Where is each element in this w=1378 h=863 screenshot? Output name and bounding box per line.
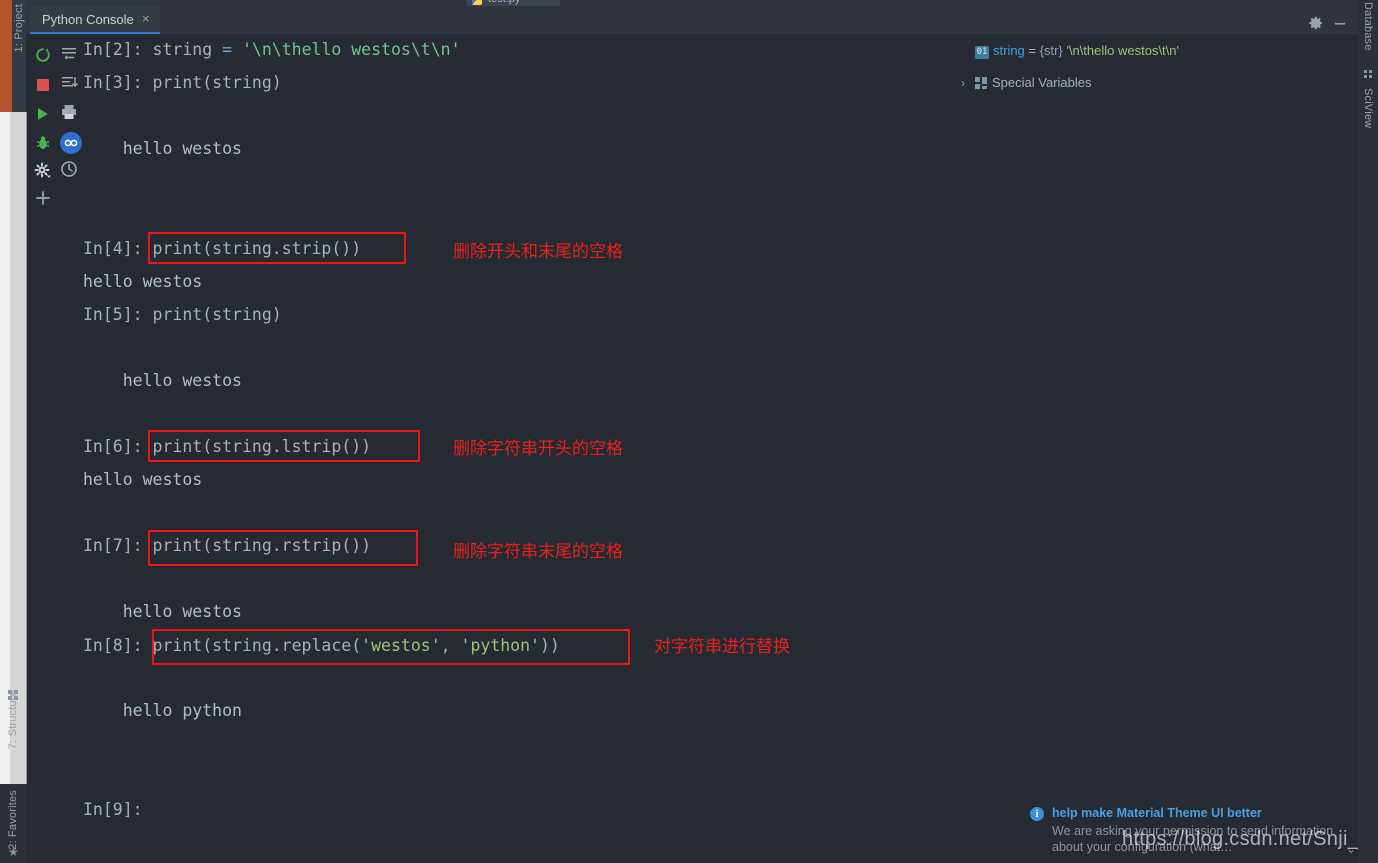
scroll-to-end-icon[interactable]: [60, 74, 78, 92]
info-icon: i: [1030, 807, 1044, 821]
console-line-in5: In[5]: print(string): [83, 305, 282, 324]
console-line-in6: In[6]: print(string.lstrip()): [83, 437, 371, 456]
code-text: string: [142, 40, 223, 59]
code-text: )): [540, 636, 560, 655]
prompt-in9: In[9]:: [83, 800, 143, 819]
console-line-in4: In[4]: print(string.strip()): [83, 239, 361, 258]
variable-badge: 01: [975, 46, 989, 59]
code-text: print(string.rstrip()): [142, 536, 372, 555]
sidebar-item-database-label[interactable]: Database: [1362, 2, 1374, 51]
code-text: print(string.replace(: [142, 636, 362, 655]
left-tool-rail: 1: Project 7: Structure 2: Favorites ★: [0, 0, 27, 863]
console-line-in2: In[2]: string = '\n\thello westos\t\n': [83, 40, 461, 59]
variable-equals: =: [1024, 43, 1040, 58]
console-output-5: hello westos: [83, 371, 242, 390]
prompt-in4: In[4]:: [83, 239, 143, 258]
code-text: print(string): [142, 305, 282, 324]
gear-icon[interactable]: [1308, 15, 1324, 31]
history-icon[interactable]: [60, 160, 78, 178]
variables-panel: 01 string = {str} '\n\thello westos\t\n' …: [955, 34, 1358, 863]
sidebar-item-project[interactable]: 1: Project: [12, 0, 26, 112]
annotation-text-strip: 删除开头和末尾的空格: [453, 242, 623, 262]
annotation-text-lstrip: 删除字符串开头的空格: [453, 439, 623, 459]
prompt-in6: In[6]:: [83, 437, 143, 456]
minimize-icon[interactable]: [1332, 15, 1348, 31]
pycharm-python-console-window: test.py 1: Project 7: Structure 2: Favor…: [0, 0, 1378, 863]
special-variables-label: Special Variables: [992, 75, 1092, 90]
string-arg-2: 'python': [460, 636, 540, 655]
console-line-in8: In[8]: print(string.replace('westos', 'p…: [83, 636, 560, 655]
code-text: print(string.lstrip()): [142, 437, 372, 456]
variable-type: {str}: [1039, 43, 1063, 58]
print-icon[interactable]: [60, 103, 78, 121]
console-line-in7: In[7]: print(string.rstrip()): [83, 536, 371, 555]
code-text: print(string): [142, 73, 282, 92]
sidebar-item-sciview-label[interactable]: SciView: [1362, 88, 1374, 128]
prompt-in5: In[5]:: [83, 305, 143, 324]
stop-icon[interactable]: [34, 76, 52, 94]
prompt-in3: In[3]:: [83, 73, 143, 92]
settings-icon[interactable]: [34, 162, 52, 180]
variable-row-string[interactable]: 01 string = {str} '\n\thello westos\t\n': [975, 43, 1179, 59]
sidebar-item-favorites-label[interactable]: 2: Favorites: [7, 790, 19, 850]
soft-wrap-icon[interactable]: [60, 44, 78, 62]
tab-python-console-label: Python Console: [42, 12, 134, 27]
code-text: print(string.strip()): [142, 239, 362, 258]
console-output-3: hello westos: [83, 139, 242, 158]
run-icon[interactable]: [34, 105, 52, 123]
variables-icon[interactable]: [60, 132, 82, 154]
variable-name: string: [993, 43, 1025, 58]
watermark: https://blog.csdn.net/Snji_G: [1122, 828, 1375, 850]
code-text: ,: [440, 636, 461, 655]
string-arg-1: 'westos': [361, 636, 441, 655]
prompt-in8: In[8]:: [83, 636, 143, 655]
sidebar-item-project-label: 1: Project: [13, 4, 25, 53]
right-tool-rail: Database SciView: [1358, 0, 1378, 863]
string-body: \n\thello westos\t\n: [251, 40, 451, 59]
console-output-8: hello python: [83, 701, 242, 720]
console-output-6: hello westos: [83, 470, 203, 489]
sidebar-item-structure-label[interactable]: 7: Structure: [7, 690, 19, 749]
special-variables-icon: [975, 77, 987, 89]
rerun-icon[interactable]: [34, 46, 52, 64]
prompt-in2: In[2]:: [83, 40, 143, 59]
project-rail-accent: [0, 0, 12, 112]
string-quote-open: ': [232, 40, 252, 59]
operator: =: [222, 40, 233, 59]
variable-value: '\n\thello westos\t\n': [1062, 43, 1179, 58]
debug-icon[interactable]: [34, 134, 52, 152]
annotation-text-rstrip: 删除字符串末尾的空格: [453, 542, 623, 562]
console-line-in9: In[9]:: [83, 800, 143, 819]
add-icon[interactable]: [34, 189, 52, 207]
notification-title[interactable]: help make Material Theme UI better: [1052, 806, 1378, 820]
close-icon[interactable]: ×: [140, 12, 152, 25]
console-tab-bar: Python Console ×: [26, 6, 1358, 35]
console-output-7: hello westos: [83, 602, 242, 621]
sciview-icon: [1364, 70, 1373, 82]
annotation-text-replace: 对字符串进行替换: [654, 637, 790, 657]
prompt-in7: In[7]:: [83, 536, 143, 555]
console-action-toolbar: [26, 34, 82, 863]
console-output-4: hello westos: [83, 272, 203, 291]
tab-python-console[interactable]: Python Console ×: [30, 6, 160, 34]
special-variables-row[interactable]: › Special Variables: [961, 75, 1092, 90]
python-file-icon: [472, 0, 482, 5]
star-icon: ★: [8, 845, 19, 859]
console-line-in3: In[3]: print(string): [83, 73, 282, 92]
string-quote-close: ': [450, 40, 461, 59]
chevron-right-icon[interactable]: ›: [961, 76, 965, 90]
editor-tab-label: test.py: [488, 0, 520, 5]
project-panel-edge: [0, 112, 10, 784]
